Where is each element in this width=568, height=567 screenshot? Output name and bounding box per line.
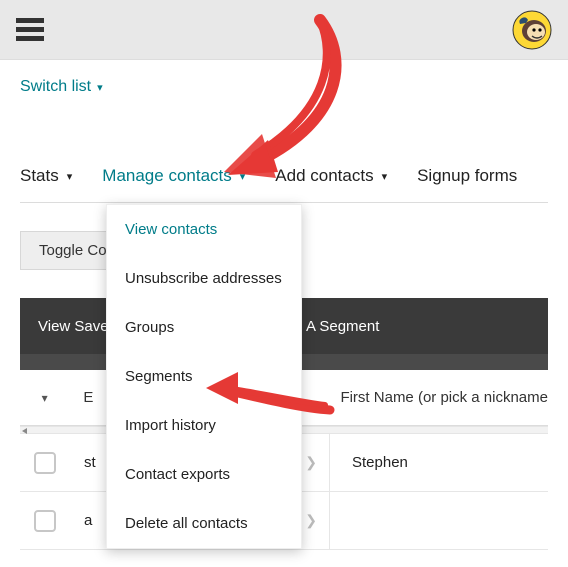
column-firstname-header[interactable]: First Name (or pick a nickname <box>326 389 548 406</box>
dropdown-item-delete-all[interactable]: Delete all contacts <box>107 499 301 548</box>
chevron-down-icon: ▾ <box>67 170 73 183</box>
chevron-down-icon: ▾ <box>382 170 388 183</box>
tab-stats-label: Stats <box>20 166 59 186</box>
chevron-right-icon[interactable]: ❯ <box>305 454 329 471</box>
chevron-down-icon: ▾ <box>97 81 103 94</box>
switch-list-link[interactable]: Switch list ▾ <box>20 60 103 100</box>
row-checkbox[interactable] <box>20 452 70 474</box>
a-segment-button[interactable]: A Segment <box>288 298 397 354</box>
column-toggle[interactable]: ▾ <box>20 391 69 405</box>
tab-add-contacts[interactable]: Add contacts ▾ <box>275 154 387 202</box>
dropdown-item-contact-exports[interactable]: Contact exports <box>107 450 301 499</box>
row-email[interactable]: a <box>84 512 92 529</box>
view-saved-label: View Save <box>38 318 109 335</box>
row-firstname: Stephen <box>330 454 548 471</box>
switch-list-label: Switch list <box>20 78 91 96</box>
tabs-bar: Stats ▾ Manage contacts ▾ Add contacts ▾… <box>20 154 548 203</box>
row-checkbox[interactable] <box>20 510 70 532</box>
chevron-down-icon: ▾ <box>240 170 246 183</box>
chevron-right-icon[interactable]: ❯ <box>305 512 329 529</box>
tab-manage-label: Manage contacts <box>102 166 231 186</box>
tab-add-label: Add contacts <box>275 166 373 186</box>
dropdown-item-view-contacts[interactable]: View contacts <box>107 205 301 254</box>
dropdown-item-import-history[interactable]: Import history <box>107 401 301 450</box>
tab-signup-label: Signup forms <box>417 166 517 186</box>
dropdown-item-groups[interactable]: Groups <box>107 303 301 352</box>
tab-manage-contacts[interactable]: Manage contacts ▾ <box>102 154 245 202</box>
row-email[interactable]: st <box>84 454 96 471</box>
dropdown-item-segments[interactable]: Segments <box>107 352 301 401</box>
a-segment-label: A Segment <box>306 318 379 335</box>
menu-hamburger-icon[interactable] <box>16 14 44 45</box>
mailchimp-logo <box>512 10 552 50</box>
dropdown-item-unsubscribe[interactable]: Unsubscribe addresses <box>107 254 301 303</box>
tab-stats[interactable]: Stats ▾ <box>20 154 72 202</box>
manage-contacts-dropdown: View contacts Unsubscribe addresses Grou… <box>106 204 302 549</box>
tab-signup-forms[interactable]: Signup forms <box>417 154 517 202</box>
